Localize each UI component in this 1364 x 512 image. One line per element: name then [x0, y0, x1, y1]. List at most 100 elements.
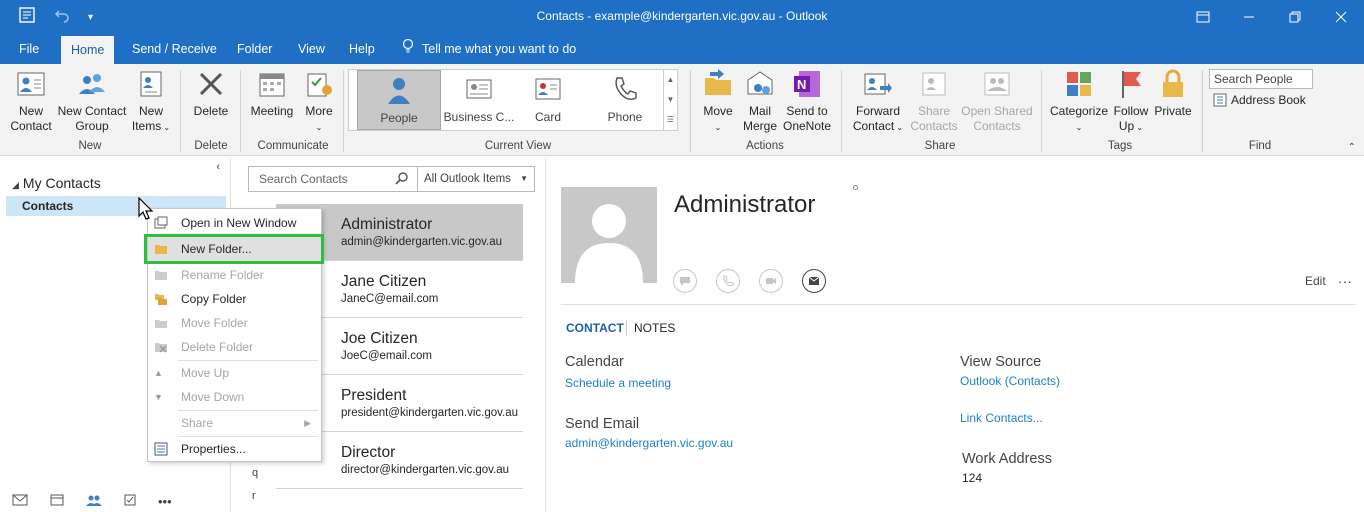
search-people-input[interactable]: Search People — [1209, 69, 1313, 89]
search-icon[interactable] — [395, 171, 409, 188]
schedule-meeting-link[interactable]: Schedule a meeting — [565, 376, 671, 390]
private-button[interactable]: Private — [1153, 68, 1193, 119]
index-letter[interactable]: q — [252, 462, 258, 485]
tab-help[interactable]: Help — [339, 34, 385, 64]
move-folder-icon — [705, 69, 731, 95]
mail-merge-button[interactable]: Mail Merge — [740, 68, 780, 134]
highlight-annotation — [144, 234, 324, 264]
calendar-nav-icon[interactable] — [50, 494, 64, 509]
collapse-ribbon-icon[interactable]: ⌃ — [1348, 142, 1356, 153]
mail-icon[interactable] — [12, 494, 28, 509]
gallery-scroll[interactable]: ▲ ▼ ☰ — [663, 70, 677, 130]
menu-share[interactable]: Share ▶ — [148, 411, 321, 435]
email-button[interactable] — [802, 269, 826, 293]
meeting-button[interactable]: Meeting — [247, 68, 297, 119]
share-contacts-icon — [922, 72, 946, 96]
view-people[interactable]: People — [357, 70, 441, 130]
menu-open-new-window[interactable]: Open in New Window — [148, 211, 321, 235]
close-icon[interactable] — [1318, 0, 1364, 34]
minimize-icon[interactable] — [1226, 0, 1272, 34]
video-icon — [766, 278, 776, 284]
new-contact-icon — [17, 72, 45, 96]
calendar-icon — [259, 73, 285, 97]
contact-photo[interactable] — [561, 187, 657, 283]
menu-move-up[interactable]: ▲ Move Up — [148, 361, 321, 385]
contact-name: Administrator — [674, 191, 816, 218]
group-label-share: Share — [924, 140, 956, 152]
delete-button[interactable]: Delete — [188, 68, 234, 119]
presence-indicator — [853, 185, 858, 190]
tab-folder[interactable]: Folder — [227, 34, 282, 64]
tasks-nav-icon[interactable] — [124, 494, 136, 509]
email-link[interactable]: admin@kindergarten.vic.gov.au — [565, 436, 733, 450]
chevron-up-icon[interactable]: ▲ — [664, 70, 677, 90]
tab-send-receive[interactable]: Send / Receive — [122, 34, 227, 64]
mouse-pointer-icon — [138, 196, 154, 224]
submenu-arrow-icon: ▶ — [304, 418, 311, 428]
gallery-expand-icon[interactable]: ☰ — [664, 110, 677, 130]
search-contacts-input[interactable]: Search Contacts — [248, 166, 418, 192]
call-button[interactable] — [716, 269, 740, 293]
tab-home[interactable]: Home — [61, 36, 115, 64]
menu-move-folder[interactable]: Move Folder — [148, 311, 321, 335]
menu-move-down[interactable]: ▼ Move Down — [148, 385, 321, 409]
chevron-down-icon[interactable]: ▼ — [664, 90, 677, 110]
people-nav-icon[interactable] — [86, 494, 102, 509]
search-scope-dropdown[interactable]: All Outlook Items ▼ — [418, 166, 535, 192]
im-button[interactable] — [673, 269, 697, 293]
new-contact-group-button[interactable]: New Contact Group — [56, 68, 128, 134]
restore-icon[interactable] — [1272, 0, 1318, 34]
phone-icon — [723, 275, 734, 287]
categorize-icon — [1067, 72, 1091, 96]
ribbon-separator — [1041, 70, 1042, 152]
view-phone[interactable]: Phone — [583, 70, 667, 130]
window-controls — [1180, 0, 1364, 34]
window-title: Contacts - example@kindergarten.vic.gov.… — [536, 9, 828, 23]
menu-properties[interactable]: Properties... — [148, 437, 321, 461]
ribbon: New Contact New Contact Group New Items ⌄ N… — [0, 64, 1364, 156]
my-contacts-header[interactable]: ◢ My Contacts — [12, 175, 101, 191]
index-letter[interactable]: r — [252, 485, 258, 508]
follow-up-button[interactable]: Follow Up ⌄ — [1111, 68, 1151, 135]
module-switcher: ••• — [0, 490, 231, 512]
address-book-button[interactable]: Address Book — [1213, 93, 1306, 107]
pane-divider[interactable] — [545, 157, 546, 512]
tab-view[interactable]: View — [288, 34, 335, 64]
categorize-button[interactable]: Categorize ⌄ — [1049, 68, 1109, 135]
new-contact-button[interactable]: New Contact — [8, 68, 54, 134]
tab-notes[interactable]: NOTES — [634, 321, 675, 335]
ribbon-display-options-icon[interactable] — [1180, 0, 1226, 34]
triangle-down-icon: ▼ — [154, 392, 163, 402]
more-options-button[interactable]: ... — [1338, 270, 1353, 286]
alphabet-index: q r — [252, 462, 258, 508]
send-to-onenote-button[interactable]: N Send to OneNote — [782, 68, 832, 134]
expand-triangle-icon[interactable]: ◢ — [12, 180, 19, 190]
edit-contact-link[interactable]: Edit — [1305, 274, 1326, 288]
group-label-delete: Delete — [194, 140, 228, 152]
more-button[interactable]: More ⌄ — [299, 68, 339, 135]
chevron-down-icon: ⌄ — [161, 123, 171, 132]
new-items-button[interactable]: New Items ⌄ — [128, 68, 174, 135]
tab-contact[interactable]: CONTACT — [566, 321, 624, 335]
menu-delete-folder[interactable]: Delete Folder — [148, 335, 321, 359]
ribbon-separator — [841, 70, 842, 152]
move-button[interactable]: Move ⌄ — [698, 68, 738, 135]
open-shared-contacts-button[interactable]: Open Shared Contacts — [961, 68, 1033, 134]
chevron-down-icon: ⌄ — [1075, 123, 1083, 132]
business-card-icon — [466, 79, 492, 99]
forward-contact-button[interactable]: Forward Contact ⌄ — [849, 68, 907, 135]
move-folder-icon — [155, 320, 167, 328]
share-contacts-button[interactable]: Share Contacts — [907, 68, 961, 134]
more-apps-icon[interactable]: ••• — [158, 494, 172, 509]
menu-copy-folder[interactable]: Copy Folder — [148, 287, 321, 311]
view-card[interactable]: Card — [506, 70, 590, 130]
video-button[interactable] — [759, 269, 783, 293]
triangle-up-icon: ▲ — [154, 368, 163, 378]
tab-file[interactable]: File — [9, 34, 49, 64]
minimize-folder-pane-icon[interactable]: ‹ — [216, 161, 220, 173]
tell-me-search[interactable]: Tell me what you want to do — [398, 34, 586, 64]
view-source-link[interactable]: Outlook (Contacts) — [960, 374, 1060, 388]
menu-rename-folder[interactable]: Rename Folder — [148, 263, 321, 287]
group-label-find: Find — [1248, 140, 1272, 152]
link-contacts-link[interactable]: Link Contacts... — [960, 411, 1043, 425]
